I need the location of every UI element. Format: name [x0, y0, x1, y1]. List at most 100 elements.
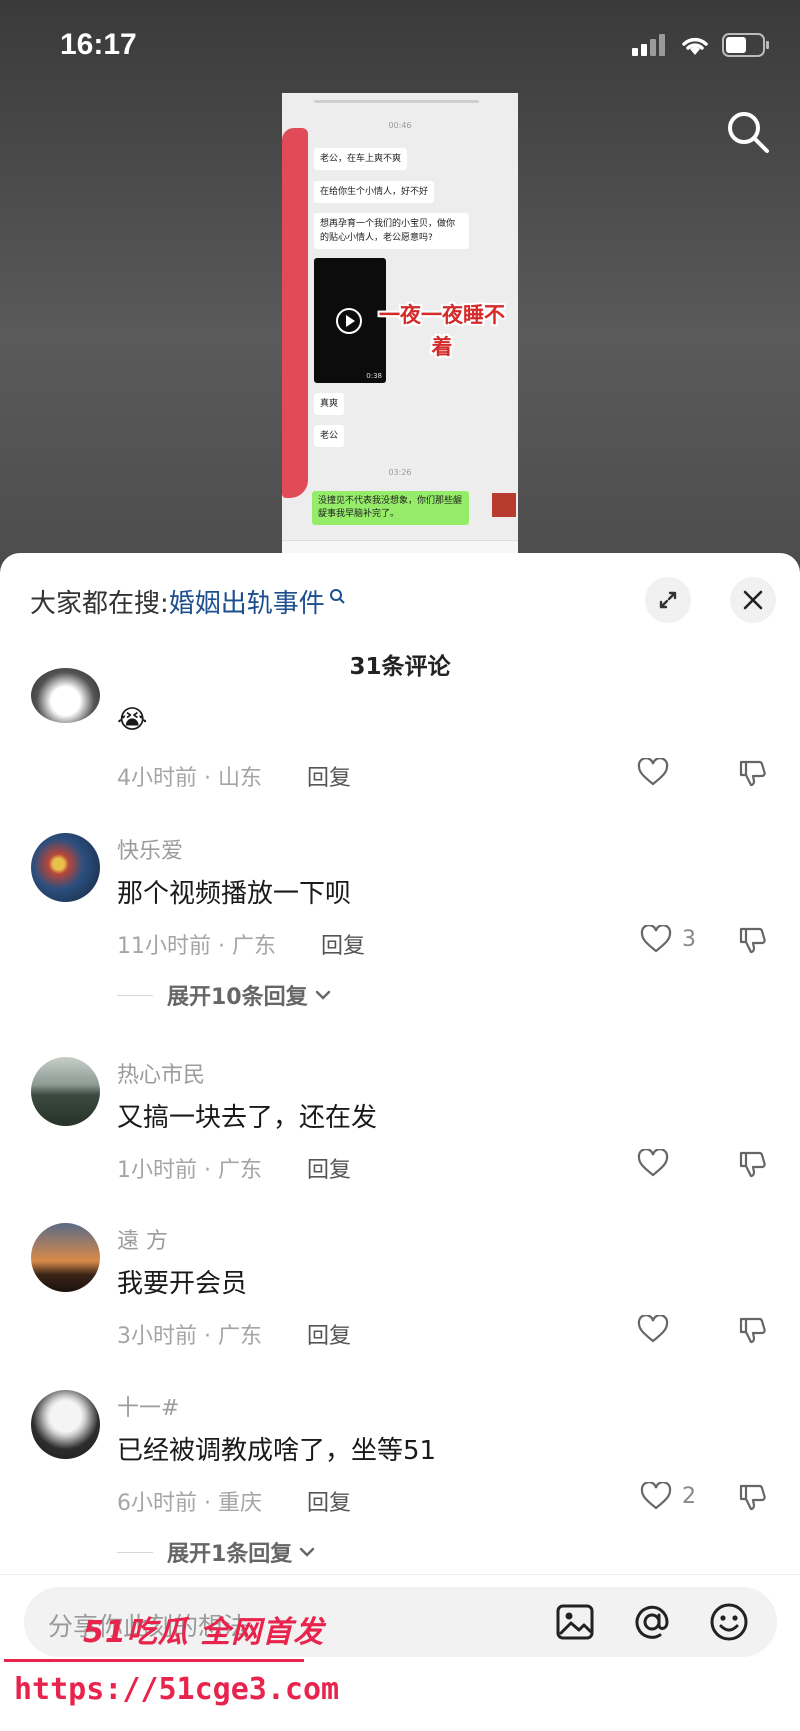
- red-redaction-mask: [282, 128, 308, 498]
- search-icon[interactable]: [724, 108, 772, 156]
- comment-region: 广东: [217, 1158, 262, 1183]
- dislike-button[interactable]: [737, 1315, 767, 1349]
- reply-button[interactable]: 回复: [321, 934, 365, 959]
- like-button[interactable]: [637, 758, 669, 786]
- comment-text: 那个视频播放一下呗: [117, 879, 352, 909]
- like-button[interactable]: 3: [640, 925, 696, 953]
- close-icon: [743, 590, 763, 610]
- chevron-down-icon: [315, 990, 330, 1000]
- emoji-icon[interactable]: [708, 1601, 750, 1643]
- dislike-button[interactable]: [737, 1149, 767, 1183]
- status-time: 16:17: [60, 28, 137, 61]
- close-button[interactable]: [730, 577, 776, 623]
- reply-button[interactable]: 回复: [307, 1491, 351, 1516]
- comment-region: 广东: [217, 1324, 262, 1349]
- hot-search-keyword[interactable]: 婚姻出轨事件: [169, 583, 325, 620]
- comment-time: 6小时前: [117, 1491, 197, 1516]
- expand-button[interactable]: [645, 577, 691, 623]
- comment-username[interactable]: 快乐爱: [117, 833, 183, 865]
- chat-bubble: 老公: [314, 425, 345, 447]
- avatar[interactable]: [31, 1223, 100, 1292]
- chat-timestamp: 03:26: [388, 468, 412, 477]
- comment-time: 1小时前: [117, 1158, 197, 1183]
- heart-icon: [640, 1482, 672, 1510]
- avatar[interactable]: [31, 1057, 100, 1126]
- status-bar: 16:17: [0, 0, 800, 95]
- comment-region: 广东: [231, 934, 276, 959]
- chat-bubble-sent: 没撞见不代表我没想象，你们那些龌龊事我早脑补完了。: [312, 491, 469, 525]
- play-icon: [336, 308, 362, 334]
- watermark-title: 51吃瓜 全网首发: [83, 1615, 325, 1650]
- heart-icon: [640, 925, 672, 953]
- chat-screenshot: 00:46 老公，在车上爽不爽 在给你生个小情人，好不好 想再孕育一个我们的小宝…: [282, 93, 518, 555]
- like-button[interactable]: [637, 1315, 669, 1343]
- comment-meta: 3小时前 · 广东 回复: [117, 1324, 352, 1349]
- heart-icon: [637, 758, 669, 786]
- comment-time: 4小时前: [117, 766, 197, 791]
- chevron-down-icon: [300, 1547, 315, 1557]
- expand-replies-button[interactable]: 展开1条回复: [117, 1536, 316, 1568]
- wifi-icon: [682, 37, 708, 55]
- heart-icon: [637, 1315, 669, 1343]
- reply-button[interactable]: 回复: [307, 766, 351, 791]
- hot-search[interactable]: 大家都在搜: 婚姻出轨事件: [30, 583, 345, 620]
- status-icons: [632, 33, 770, 57]
- divider: [117, 994, 153, 996]
- chat-timestamp: 00:46: [388, 121, 412, 130]
- chat-bubble: 真爽: [314, 393, 345, 415]
- like-count: 2: [682, 1483, 696, 1509]
- overlay-caption: 一夜一夜睡不着: [379, 303, 505, 359]
- comment-username[interactable]: 遠 方: [117, 1223, 168, 1255]
- chat-bubble: 在给你生个小情人，好不好: [314, 181, 435, 203]
- heart-icon: [637, 1149, 669, 1177]
- comment-input-bar: 分享你此刻的想法: [0, 1574, 800, 1731]
- comment-text: 又搞一块去了，还在发: [117, 1103, 378, 1133]
- search-icon: [329, 588, 345, 604]
- comment-text: 已经被调教成啥了，坐等51: [117, 1436, 437, 1466]
- screenshot-top-line: [314, 100, 479, 103]
- divider: [117, 1551, 153, 1553]
- mention-icon[interactable]: [631, 1601, 673, 1643]
- avatar[interactable]: [31, 1390, 100, 1459]
- hot-search-label: 大家都在搜:: [30, 589, 169, 619]
- thumbs-down-icon: [739, 1484, 766, 1511]
- watermark-url: https://51cge3.com: [14, 1672, 340, 1707]
- comment-username[interactable]: 十一#: [117, 1390, 179, 1422]
- comment-username[interactable]: 热心市民: [117, 1057, 205, 1089]
- dislike-button[interactable]: [737, 1482, 767, 1516]
- video-duration: 0:38: [366, 372, 382, 380]
- dislike-button[interactable]: [737, 758, 767, 792]
- comment-meta: 4小时前 · 山东 回复: [117, 766, 352, 791]
- expand-replies-label: 展开10条回复: [167, 985, 308, 1010]
- like-button[interactable]: [637, 1149, 669, 1177]
- signal-icon: [632, 34, 665, 56]
- comment-text: 😭: [117, 705, 148, 735]
- reply-button[interactable]: 回复: [307, 1158, 351, 1183]
- chat-avatar: [492, 493, 516, 517]
- thumbs-down-icon: [739, 760, 766, 787]
- thumbs-down-icon: [739, 1151, 766, 1178]
- comment-text: 我要开会员: [117, 1269, 248, 1299]
- comment-region: 重庆: [217, 1491, 262, 1516]
- battery-icon: [722, 33, 769, 57]
- expand-icon: [659, 591, 677, 609]
- like-button[interactable]: 2: [640, 1482, 696, 1510]
- chat-bubble: 想再孕育一个我们的小宝贝，做你的贴心小情人，老公愿意吗?: [314, 213, 469, 249]
- dislike-button[interactable]: [737, 925, 767, 959]
- comment-region: 山东: [217, 766, 262, 791]
- reply-button[interactable]: 回复: [307, 1324, 351, 1349]
- comment-meta: 6小时前 · 重庆 回复: [117, 1491, 352, 1516]
- thumbs-down-icon: [739, 927, 766, 954]
- like-count: 3: [682, 926, 696, 952]
- thumbs-down-icon: [739, 1317, 766, 1344]
- avatar[interactable]: [31, 668, 100, 723]
- expand-replies-button[interactable]: 展开10条回复: [117, 979, 332, 1011]
- comment-time: 11小时前: [117, 934, 211, 959]
- video-player[interactable]: 16:17 00:46 老公，在车上爽不爽 在给你生个小情人，好不好 想再孕育一…: [0, 0, 800, 560]
- comment-count-title: 31条评论: [349, 654, 451, 680]
- watermark-divider: [4, 1659, 304, 1662]
- chat-bubble: 老公，在车上爽不爽: [314, 148, 408, 170]
- comment-meta: 1小时前 · 广东 回复: [117, 1158, 352, 1183]
- image-icon[interactable]: [554, 1601, 596, 1643]
- avatar[interactable]: [31, 833, 100, 902]
